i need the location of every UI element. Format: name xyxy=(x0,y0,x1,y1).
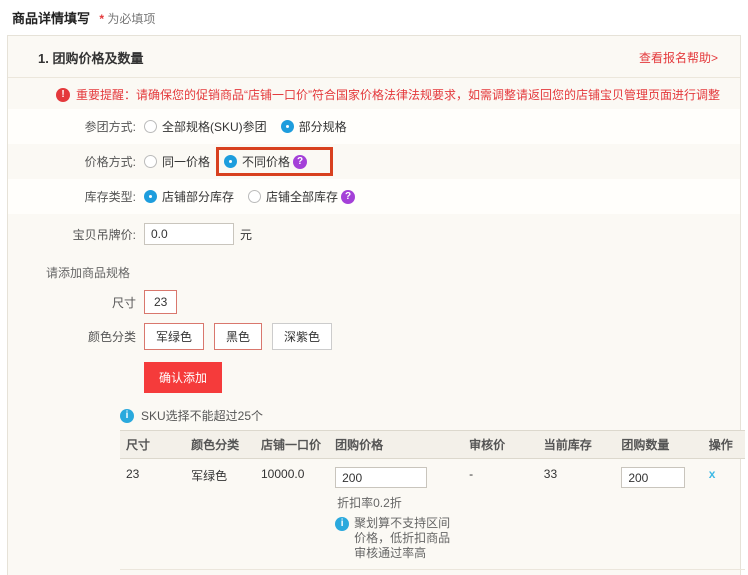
cell-color: 军绿色 xyxy=(185,459,255,570)
size-spec-row: 尺寸 23 xyxy=(8,290,740,314)
spec-section-title: 请添加商品规格 xyxy=(46,264,740,281)
sku-limit-text: SKU选择不能超过25个 xyxy=(141,407,263,424)
col-group-price: 团购价格 xyxy=(329,431,463,459)
cell-group-price: 折扣率0.2折 i 聚划算不支持区间价格，低折扣商品审核通过率高 xyxy=(329,459,463,570)
color-label: 颜色分类 xyxy=(8,328,136,345)
group-buy-panel: 1. 团购价格及数量 查看报名帮助> ! 重要提醒：请确保您的促销商品“店铺一口… xyxy=(7,35,741,575)
help-icon[interactable]: ? xyxy=(341,190,355,204)
help-icon[interactable]: ? xyxy=(293,155,307,169)
tag-price-row: 宝贝吊牌价: 元 xyxy=(8,214,740,254)
radio-checked-icon xyxy=(224,155,237,168)
price-mode-label: 价格方式: xyxy=(8,153,136,170)
cell-color: 黑色 xyxy=(185,570,255,575)
cell-review-price: - xyxy=(463,570,538,575)
price-mode-row: 价格方式: 同一价格 不同价格 ? xyxy=(8,144,740,179)
cell-group-price: 折扣率0.5折 i 聚划算不支持区间价格，低折扣商品审核通过率高 xyxy=(329,570,463,575)
col-size: 尺寸 xyxy=(120,431,185,459)
sku-limit-note: i SKU选择不能超过25个 xyxy=(120,407,740,424)
color-spec-row: 颜色分类 军绿色 黑色 深紫色 xyxy=(8,323,740,350)
join-mode-row: 参团方式: 全部规格(SKU)参团 部分规格 xyxy=(8,109,740,144)
cell-quantity xyxy=(615,459,702,570)
join-mode-label: 参团方式: xyxy=(8,118,136,135)
cell-shop-price: 10000.0 xyxy=(255,570,329,575)
radio-unchecked-icon xyxy=(144,120,157,133)
size-option[interactable]: 23 xyxy=(144,290,177,314)
warning-text: 重要提醒：请确保您的促销商品“店铺一口价”符合国家价格法律法规要求，如需调整请返… xyxy=(76,86,720,103)
radio-label: 不同价格 xyxy=(242,153,290,170)
price-tip: i 聚划算不支持区间价格，低折扣商品审核通过率高 xyxy=(335,516,457,561)
section-title: 1. 团购价格及数量 xyxy=(38,48,143,67)
color-option[interactable]: 深紫色 xyxy=(272,323,332,350)
radio-label: 部分规格 xyxy=(299,118,347,135)
radio-label: 店铺全部库存 xyxy=(266,188,338,205)
discount-rate: 折扣率0.2折 xyxy=(337,494,457,511)
cell-size: 23 xyxy=(120,459,185,570)
tag-price-unit: 元 xyxy=(240,226,252,243)
col-shop-price: 店铺一口价 xyxy=(255,431,329,459)
size-label: 尺寸 xyxy=(8,294,136,311)
page-header: 商品详情填写 * 为必填项 xyxy=(0,0,748,33)
radio-unchecked-icon xyxy=(144,155,157,168)
warning-icon: ! xyxy=(56,88,70,102)
signup-help-link[interactable]: 查看报名帮助> xyxy=(639,49,718,66)
quantity-input[interactable] xyxy=(621,467,685,488)
cell-action: x xyxy=(703,570,745,575)
radio-label: 全部规格(SKU)参团 xyxy=(162,118,267,135)
info-icon: i xyxy=(120,409,134,423)
radio-unchecked-icon xyxy=(248,190,261,203)
stock-type-label: 库存类型: xyxy=(8,188,136,205)
highlighted-option-wrap: 不同价格 ? xyxy=(224,153,307,170)
group-price-input[interactable] xyxy=(335,467,427,488)
radio-partial-stock[interactable]: 店铺部分库存 xyxy=(144,188,234,205)
radio-same-price[interactable]: 同一价格 xyxy=(144,153,210,170)
cell-stock: 33 xyxy=(538,459,616,570)
remove-row-icon[interactable]: x xyxy=(709,467,716,481)
color-option[interactable]: 军绿色 xyxy=(144,323,204,350)
col-quantity: 团购数量 xyxy=(615,431,702,459)
info-icon: i xyxy=(335,517,349,531)
sku-row: 23 军绿色 10000.0 折扣率0.2折 i 聚划算不支持区间价格，低折扣商… xyxy=(120,459,745,570)
important-warning: ! 重要提醒：请确保您的促销商品“店铺一口价”符合国家价格法律法规要求，如需调整… xyxy=(8,78,740,109)
radio-label: 店铺部分库存 xyxy=(162,188,234,205)
cell-action: x xyxy=(703,459,745,570)
radio-all-stock[interactable]: 店铺全部库存 xyxy=(248,188,338,205)
radio-label: 同一价格 xyxy=(162,153,210,170)
col-color: 颜色分类 xyxy=(185,431,255,459)
page-title: 商品详情填写 xyxy=(12,11,90,26)
col-action: 操作 xyxy=(703,431,745,459)
cell-stock: 55 xyxy=(538,570,616,575)
radio-diff-price[interactable]: 不同价格 xyxy=(224,153,290,170)
cell-quantity xyxy=(615,570,702,575)
sku-row: 23 黑色 10000.0 折扣率0.5折 i 聚划算不支持区间价格，低折扣商品… xyxy=(120,570,745,575)
required-star: * xyxy=(99,12,104,26)
sku-table-header-row: 尺寸 颜色分类 店铺一口价 团购价格 审核价 当前库存 团购数量 操作 xyxy=(120,431,745,459)
radio-checked-icon xyxy=(144,190,157,203)
cell-review-price: - xyxy=(463,459,538,570)
cell-size: 23 xyxy=(120,570,185,575)
sku-table: 尺寸 颜色分类 店铺一口价 团购价格 审核价 当前库存 团购数量 操作 23 军… xyxy=(120,430,745,575)
cell-shop-price: 10000.0 xyxy=(255,459,329,570)
col-review-price: 审核价 xyxy=(463,431,538,459)
color-option[interactable]: 黑色 xyxy=(214,323,262,350)
radio-all-sku[interactable]: 全部规格(SKU)参团 xyxy=(144,118,267,135)
stock-type-row: 库存类型: 店铺部分库存 店铺全部库存 ? xyxy=(8,179,740,214)
col-stock: 当前库存 xyxy=(538,431,616,459)
tag-price-input[interactable] xyxy=(144,223,234,245)
tag-price-label: 宝贝吊牌价: xyxy=(8,226,136,243)
radio-checked-icon xyxy=(281,120,294,133)
price-tip-text: 聚划算不支持区间价格，低折扣商品审核通过率高 xyxy=(354,516,457,561)
radio-partial-sku[interactable]: 部分规格 xyxy=(281,118,347,135)
required-note: 为必填项 xyxy=(107,12,155,26)
confirm-add-button[interactable]: 确认添加 xyxy=(144,362,222,393)
section-header: 1. 团购价格及数量 查看报名帮助> xyxy=(8,36,740,78)
